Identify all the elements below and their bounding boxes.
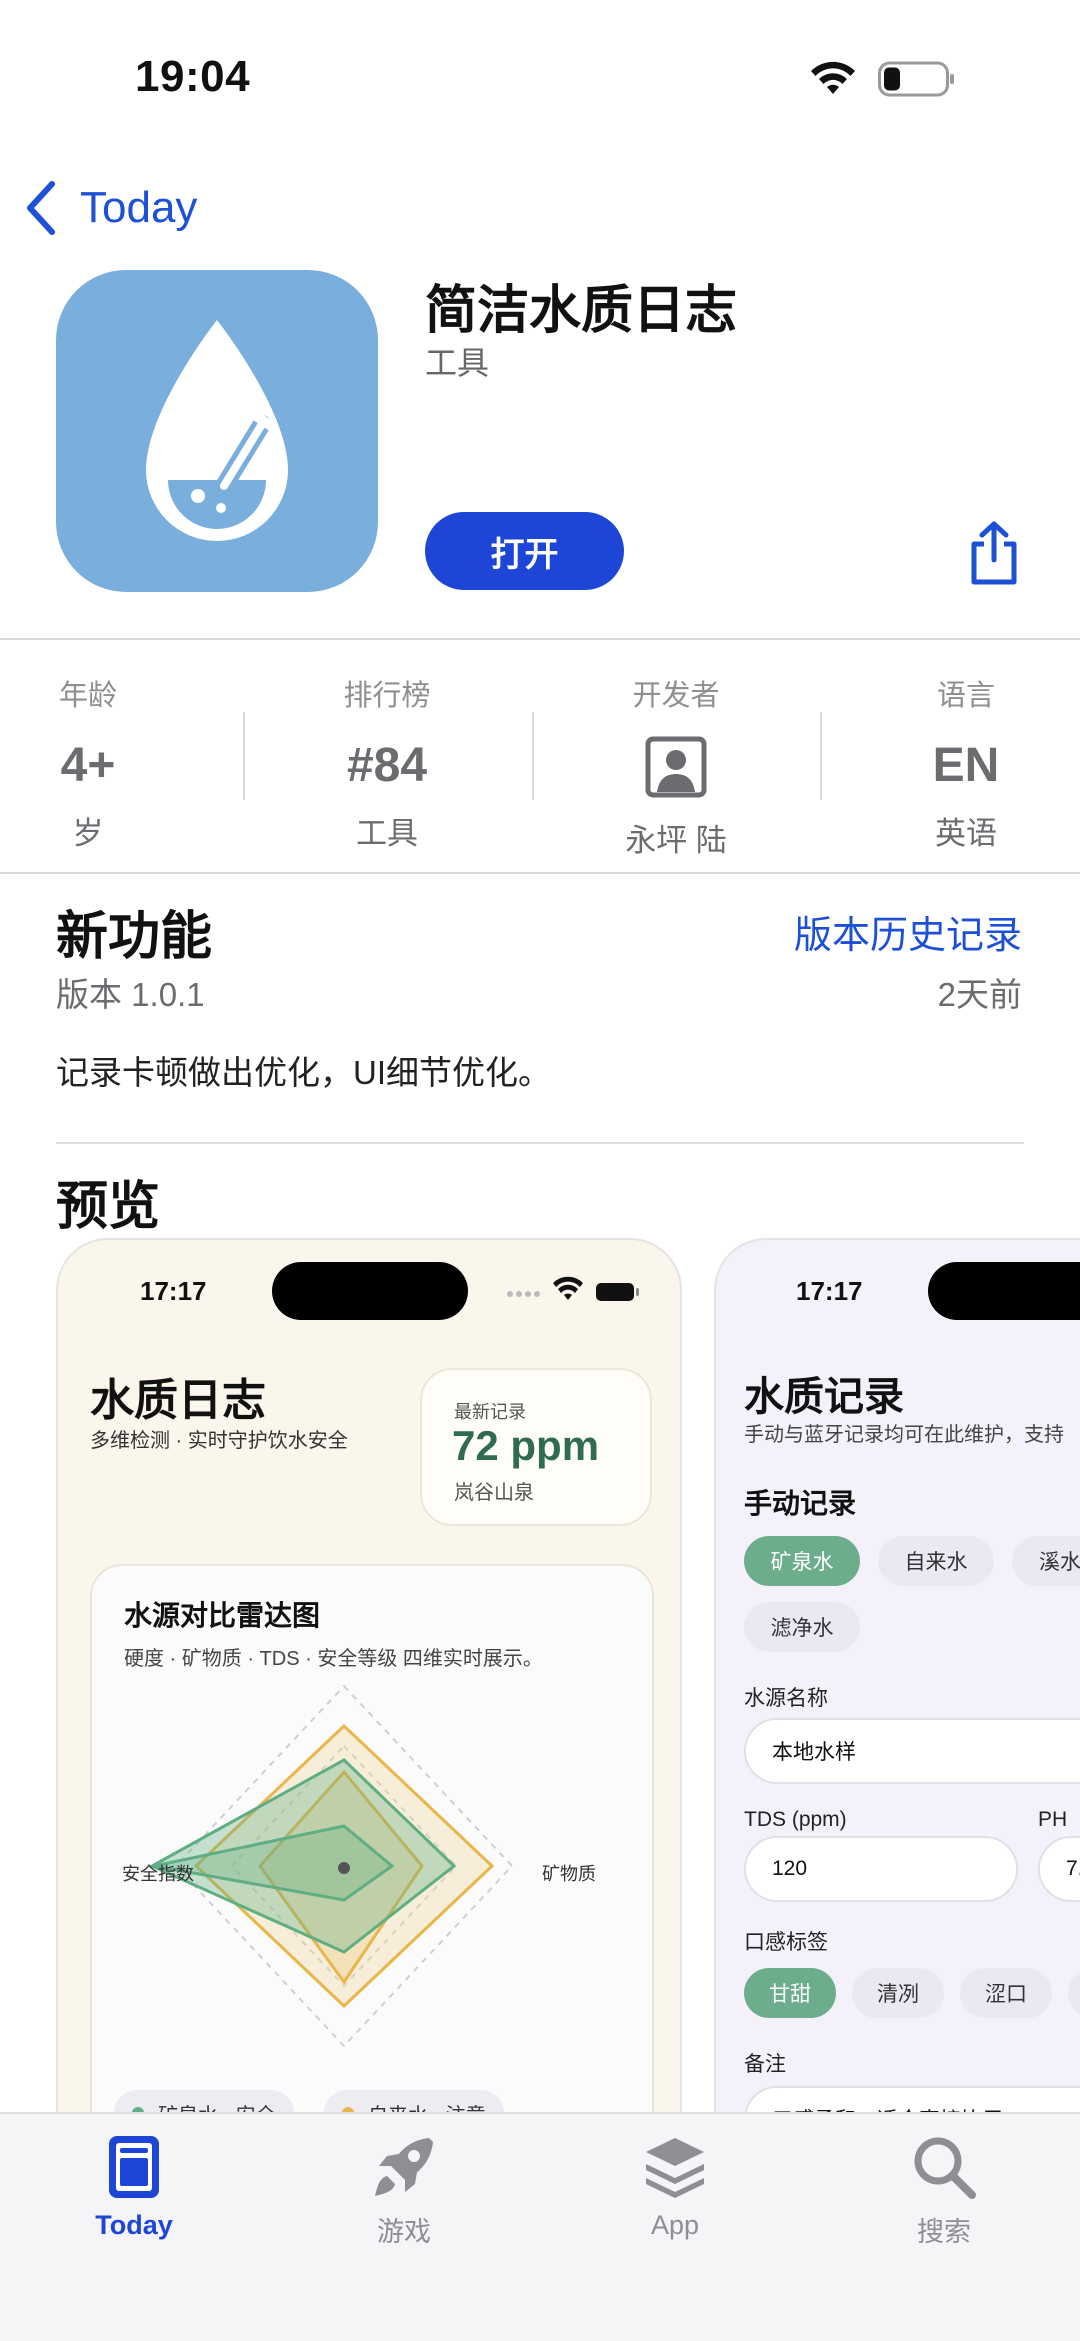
source-chip[interactable]: 溪水 [1012,1536,1080,1586]
legend-item-mineral: 矿泉水 · 安全 [114,2090,294,2114]
info-separator [243,712,245,800]
wifi-icon [811,61,855,94]
source-chip[interactable]: 矿泉水 [744,1536,860,1586]
latest-record-value: 72 ppm [452,1422,600,1469]
info-age-label: 年龄 [58,680,117,712]
source-name-label: 水源名称 [744,1687,828,1710]
source-name-input[interactable]: 本地水样 [744,1718,1080,1784]
tab-bar: Today 游戏 App 搜索 [0,2112,1080,2341]
today-icon [109,2136,159,2198]
chevron-left-icon [27,181,55,235]
tab-label: 搜索 [917,2217,971,2247]
info-separator [532,712,534,800]
info-language-sub: 英语 [935,816,997,851]
back-label: Today [80,183,198,232]
info-developer-sub: 永坪 陆 [625,823,727,858]
tab-games[interactable]: 游戏 [304,2114,504,2249]
tab-today[interactable]: Today [34,2114,234,2241]
taste-chip[interactable]: 甘甜 [744,1968,836,2018]
preview-carousel[interactable]: 17:17 水质日志 多维检测 · 实时守护饮水安全 最新记录 72 ppm 岚… [0,1238,1080,2114]
radar-title: 水源对比雷达图 [124,1600,321,1631]
tds-input[interactable]: 120 [744,1836,1018,1902]
info-language-label: 语言 [936,680,995,712]
person-icon [645,736,707,798]
ph-input[interactable]: 7.1 [1038,1836,1080,1902]
search-icon [914,2137,976,2199]
screenshot-card[interactable]: 17:17 水质日志 多维检测 · 实时守护饮水安全 最新记录 72 ppm 岚… [56,1238,682,2114]
info-chart-sub: 工具 [356,816,418,851]
info-chart[interactable]: 排行榜 #84 工具 [287,672,487,853]
tds-label: TDS (ppm) [744,1808,847,1831]
tab-search[interactable]: 搜索 [844,2114,1044,2249]
legend-item-tap: 自来水 · 注意 [324,2090,504,2114]
info-row: 年龄 4+ 岁 排行榜 #84 工具 开发者 永坪 陆 语言 EN 英语 [0,672,1080,862]
record-title: 水质记录 [744,1375,904,1419]
ph-label: PH [1038,1808,1068,1831]
rocket-icon [375,2138,433,2196]
info-chart-label: 排行榜 [343,680,431,712]
whats-new-divider [56,1142,1024,1144]
latest-record-card: 最新记录 72 ppm 岚谷山泉 [420,1368,652,1526]
preview-status-time: 17:17 [140,1276,207,1306]
preview-app-subtitle: 多维检测 · 实时守护饮水安全 [90,1430,348,1452]
latest-record-label: 最新记录 [454,1402,526,1422]
notes-input[interactable]: 口感柔和，适合直接饮用 [744,2086,1080,2114]
dynamic-island [272,1262,468,1320]
notes-label: 备注 [744,2053,786,2076]
latest-record-source: 岚谷山泉 [454,1482,534,1504]
header-divider [0,638,1080,640]
info-developer[interactable]: 开发者 永坪 陆 [576,672,776,860]
preview-app-title: 水质日志 [90,1376,266,1425]
back-button[interactable]: Today [22,178,197,238]
taste-chip[interactable]: 清冽 [852,1968,944,2018]
source-chip[interactable]: 自来水 [878,1536,994,1586]
status-bar: 19:04 [0,0,1080,150]
source-chip[interactable]: 滤净水 [744,1602,860,1652]
tab-label: Today [95,2210,173,2240]
share-icon[interactable] [966,520,1022,586]
status-time: 19:04 [135,52,251,101]
app-category: 工具 [425,345,490,381]
version-label: 版本 1.0.1 [56,976,205,1013]
radar-axis-right-label: 矿物质 [542,1864,596,1884]
preview-title: 预览 [56,1178,161,1236]
taste-chip[interactable]: 回 [1068,1968,1080,2018]
info-divider [0,872,1080,874]
dynamic-island [928,1262,1080,1320]
info-chart-value: #84 [346,739,428,792]
radar-center-point [338,1862,350,1874]
tab-apps[interactable]: App [575,2114,775,2241]
layers-icon [646,2138,704,2198]
release-date: 2天前 [937,976,1022,1013]
preview-status-icons [507,1276,639,1301]
open-button[interactable]: 打开 [425,512,624,590]
info-age-value: 4+ [60,739,116,792]
app-name: 简洁水质日志 [425,282,738,340]
manual-record-heading: 手动记录 [744,1488,857,1519]
whats-new-title: 新功能 [56,908,213,966]
radar-axis-left-label: 安全指数 [122,1864,194,1884]
tab-label: 游戏 [377,2217,431,2247]
battery-icon [878,61,954,97]
app-icon [56,270,378,592]
version-history-link[interactable]: 版本历史记录 [794,904,1022,959]
record-subtitle: 手动与蓝牙记录均可在此维护，支持 [744,1424,1064,1446]
info-separator [820,712,822,800]
radar-subtitle: 硬度 · 矿物质 · TDS · 安全等级 四维实时展示。 [124,1648,543,1670]
radar-card: 水源对比雷达图 硬度 · 矿物质 · TDS · 安全等级 四维实时展示。 安全… [90,1564,654,2114]
info-age-sub: 岁 [72,816,104,851]
info-language-value: EN [932,739,1000,792]
preview-status-time: 17:17 [796,1276,863,1306]
release-notes: 记录卡顿做出优化，UI细节优化。 [56,1054,551,1091]
info-age: 年龄 4+ 岁 [28,672,148,853]
taste-chip[interactable]: 涩口 [960,1968,1052,2018]
taste-label: 口感标签 [744,1931,828,1954]
water-drop-icon [146,320,288,541]
tab-label: App [650,2210,700,2240]
info-language: 语言 EN 英语 [886,672,1046,853]
screenshot-card[interactable]: 17:17 水质记录 手动与蓝牙记录均可在此维护，支持 手动记录 矿泉水 自来水… [714,1238,1080,2114]
info-developer-label: 开发者 [632,680,720,712]
